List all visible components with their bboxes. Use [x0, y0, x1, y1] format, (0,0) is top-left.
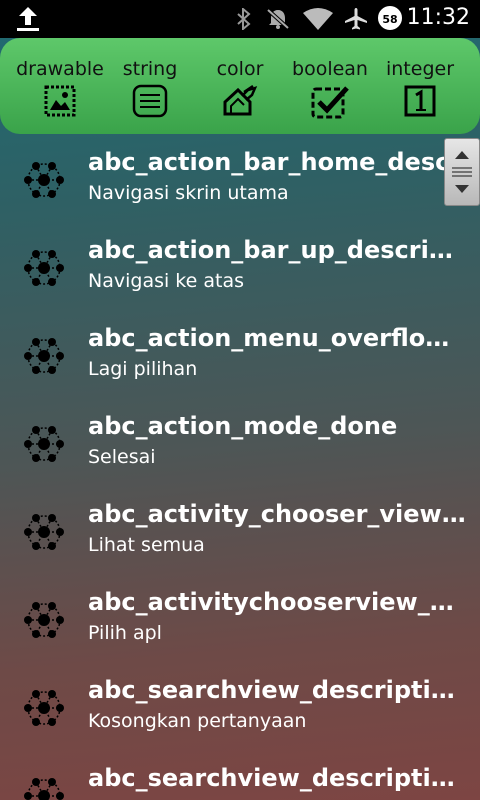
- molecule-icon: [24, 338, 64, 374]
- resource-type-toolbar: drawable string color boolean integer: [0, 38, 480, 134]
- wifi-icon: [303, 8, 333, 30]
- list-item[interactable]: abc_activity_chooser_view_see_all Lihat …: [0, 488, 480, 576]
- image-icon: [44, 85, 76, 117]
- number-one-icon: [404, 85, 436, 117]
- status-bar: 58 11:32: [0, 0, 480, 38]
- molecule-icon: [24, 602, 64, 638]
- resource-name: abc_action_bar_home_description: [88, 148, 446, 176]
- molecule-icon: [24, 690, 64, 726]
- battery-level: 58: [382, 13, 398, 26]
- tab-integer-label: integer: [385, 58, 455, 80]
- tab-integer[interactable]: integer: [374, 56, 466, 126]
- resource-value: Navigasi ke atas: [88, 270, 244, 292]
- bluetooth-icon: [237, 8, 251, 30]
- resource-value: Lihat semua: [88, 534, 205, 556]
- resource-value: Navigasi skrin utama: [88, 182, 289, 204]
- fast-scroll-thumb[interactable]: [444, 138, 480, 206]
- checkbox-icon: [311, 86, 349, 119]
- list-item[interactable]: abc_action_mode_done Selesai: [0, 400, 480, 488]
- scroll-handle-icon: [452, 151, 472, 193]
- list-item[interactable]: abc_action_menu_overflow_description Lag…: [0, 312, 480, 400]
- list-item[interactable]: abc_searchview_description_clear Kosongk…: [0, 664, 480, 752]
- tab-boolean[interactable]: boolean: [284, 56, 376, 126]
- resource-value: Kosongkan pertanyaan: [88, 710, 307, 732]
- tab-string[interactable]: string: [104, 56, 196, 126]
- resource-name: abc_activity_chooser_view_see_all: [88, 500, 466, 528]
- text-lines-icon: [132, 84, 168, 118]
- list-item[interactable]: abc_searchview_description_query: [0, 752, 480, 800]
- molecule-icon: [24, 426, 64, 462]
- tab-boolean-label: boolean: [292, 58, 368, 80]
- resource-name: abc_action_menu_overflow_description: [88, 324, 466, 352]
- tab-color-label: color: [216, 58, 264, 80]
- list-item[interactable]: abc_action_bar_home_description Navigasi…: [0, 136, 480, 224]
- list-item[interactable]: abc_action_bar_up_description Navigasi k…: [0, 224, 480, 312]
- resource-name: abc_searchview_description_query: [88, 764, 466, 792]
- resource-list[interactable]: abc_action_bar_home_description Navigasi…: [0, 136, 480, 800]
- list-item[interactable]: abc_activitychooserview_choose_applicati…: [0, 576, 480, 664]
- resource-name: abc_searchview_description_clear: [88, 676, 466, 704]
- notifications-muted-icon: [266, 8, 290, 30]
- paint-bucket-icon: [223, 84, 258, 116]
- battery-icon: 58: [378, 6, 402, 30]
- resource-name: abc_activitychooserview_choose_applicati…: [88, 588, 466, 616]
- resource-name: abc_action_mode_done: [88, 412, 398, 440]
- resource-name: abc_action_bar_up_description: [88, 236, 466, 264]
- resource-value: Lagi pilihan: [88, 358, 198, 380]
- molecule-icon: [24, 514, 64, 550]
- clock: 11:32: [406, 5, 470, 30]
- resource-value: Selesai: [88, 446, 156, 468]
- airplane-mode-icon: [345, 8, 367, 30]
- tab-drawable[interactable]: drawable: [14, 56, 106, 126]
- upload-icon: [17, 7, 39, 31]
- molecule-icon: [24, 250, 64, 286]
- molecule-icon: [24, 778, 64, 800]
- tab-color[interactable]: color: [194, 56, 286, 126]
- resource-value: Pilih apl: [88, 622, 162, 644]
- tab-string-label: string: [122, 58, 178, 80]
- tab-drawable-label: drawable: [16, 58, 104, 80]
- molecule-icon: [24, 162, 64, 198]
